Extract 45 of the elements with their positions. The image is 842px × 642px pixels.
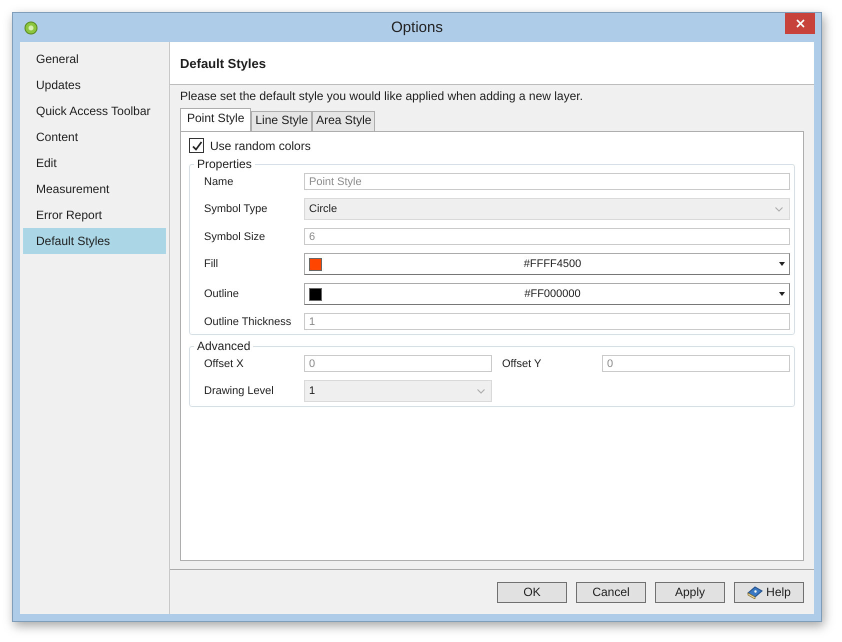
sidebar-item[interactable]: Updates bbox=[23, 72, 166, 98]
sidebar-item[interactable]: Measurement bbox=[23, 176, 166, 202]
color-value: #FF000000 bbox=[523, 288, 582, 300]
group-title: Properties bbox=[196, 157, 253, 171]
field-label: Offset X bbox=[204, 358, 245, 370]
caret-icon bbox=[779, 262, 785, 266]
tab[interactable]: Area Style bbox=[312, 111, 376, 131]
sidebar-item[interactable]: Quick Access Toolbar bbox=[23, 98, 166, 124]
field-label: Outline Thickness bbox=[204, 316, 292, 328]
caret-icon bbox=[779, 292, 785, 296]
sidebar-item[interactable]: Edit bbox=[23, 150, 166, 176]
close-icon bbox=[796, 19, 804, 28]
sidebar-item[interactable]: Content bbox=[23, 124, 166, 150]
field-label: Name bbox=[204, 176, 234, 188]
field-label: Symbol Size bbox=[204, 230, 266, 242]
sidebar-item[interactable]: Default Styles bbox=[23, 228, 166, 254]
checkbox[interactable] bbox=[189, 138, 204, 153]
field-label: Fill bbox=[204, 258, 220, 270]
dialog-button[interactable]: Cancel bbox=[576, 582, 646, 602]
field-label: Drawing Level bbox=[204, 385, 275, 397]
field-label: Symbol Type bbox=[204, 203, 268, 215]
description: Please set the default style you would like applied when adding a new layer. bbox=[180, 89, 584, 103]
color-dropdown[interactable]: #FFFF4500 bbox=[304, 253, 790, 275]
close-button[interactable] bbox=[785, 13, 815, 34]
page-title: Default Styles bbox=[180, 56, 266, 70]
field-label: Offset Y bbox=[502, 358, 542, 370]
sidebar-item[interactable]: Error Report bbox=[23, 202, 166, 228]
tab[interactable]: Line Style bbox=[251, 111, 312, 131]
window-title: Options bbox=[391, 19, 443, 36]
dialog-button[interactable]: Apply bbox=[655, 582, 725, 602]
gear-icon bbox=[24, 20, 38, 34]
color-value: #FFFF4500 bbox=[522, 258, 582, 270]
checkbox-label: Use random colors bbox=[210, 138, 311, 152]
dropdown-value: 1 bbox=[309, 385, 316, 397]
book-icon bbox=[747, 585, 764, 599]
dialog-button[interactable]: OK bbox=[497, 582, 567, 602]
caret-icon bbox=[775, 206, 783, 212]
dropdown-value: Circle bbox=[309, 203, 338, 215]
caret-icon bbox=[477, 388, 485, 394]
sidebar-item[interactable]: General bbox=[23, 46, 166, 72]
color-dropdown[interactable]: #FF000000 bbox=[304, 283, 790, 305]
field-label: Outline bbox=[204, 288, 240, 300]
help-button[interactable]: Help bbox=[734, 582, 804, 602]
tab[interactable]: Point Style bbox=[180, 108, 252, 131]
group-title: Advanced bbox=[196, 339, 252, 353]
